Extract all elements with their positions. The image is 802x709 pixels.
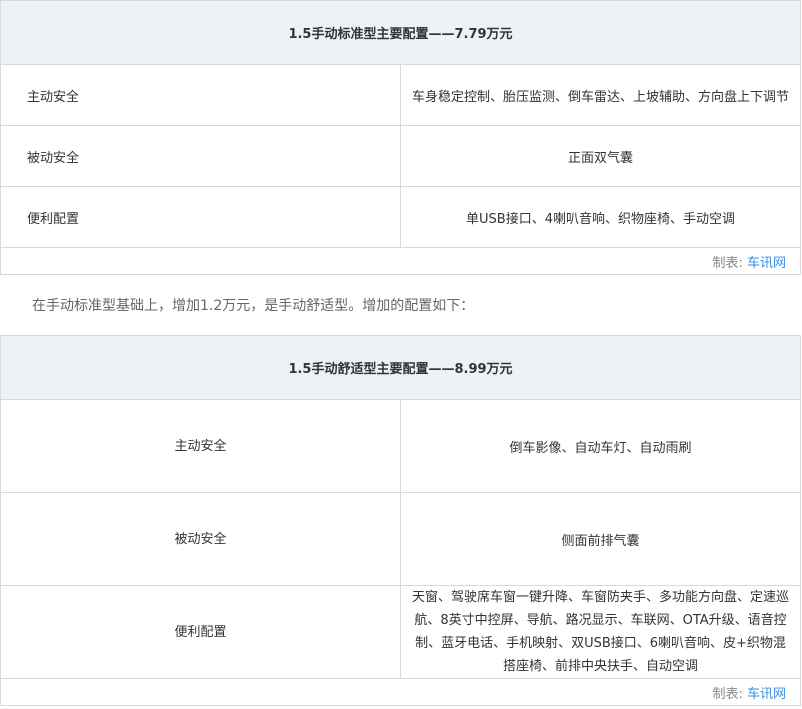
table-title: 1.5手动舒适型主要配置——8.99万元 — [1, 336, 801, 400]
row-label: 主动安全 — [1, 65, 401, 126]
row-label: 便利配置 — [1, 586, 401, 679]
row-label: 便利配置 — [1, 187, 401, 248]
footer-label: 制表: — [712, 687, 747, 702]
row-value: 倒车影像、自动车灯、自动雨刷 — [401, 400, 801, 493]
table-footer: 制表: 车讯网 — [1, 679, 801, 706]
row-value: 天窗、驾驶席车窗一键升降、车窗防夹手、多功能方向盘、定速巡航、8英寸中控屏、导航… — [401, 586, 801, 679]
row-label: 主动安全 — [1, 400, 401, 493]
table-footer: 制表: 车讯网 — [1, 248, 801, 275]
row-label: 被动安全 — [1, 126, 401, 187]
table-row: 被动安全侧面前排气囊 — [1, 493, 801, 586]
source-link[interactable]: 车讯网 — [747, 256, 786, 271]
row-value: 车身稳定控制、胎压监测、倒车雷达、上坡辅助、方向盘上下调节 — [401, 65, 801, 126]
table-row: 被动安全正面双气囊 — [1, 126, 801, 187]
row-value: 单USB接口、4喇叭音响、织物座椅、手动空调 — [401, 187, 801, 248]
table-row: 主动安全倒车影像、自动车灯、自动雨刷 — [1, 400, 801, 493]
row-value: 侧面前排气囊 — [401, 493, 801, 586]
row-label: 被动安全 — [1, 493, 401, 586]
table-row: 主动安全车身稳定控制、胎压监测、倒车雷达、上坡辅助、方向盘上下调节 — [1, 65, 801, 126]
row-value: 正面双气囊 — [401, 126, 801, 187]
table-row: 便利配置单USB接口、4喇叭音响、织物座椅、手动空调 — [1, 187, 801, 248]
intro-paragraph: 在手动标准型基础上，增加1.2万元，是手动舒适型。增加的配置如下： — [32, 295, 474, 315]
standard-config-table: 1.5手动标准型主要配置——7.79万元 主动安全车身稳定控制、胎压监测、倒车雷… — [0, 0, 801, 275]
table-title: 1.5手动标准型主要配置——7.79万元 — [1, 1, 801, 65]
source-link[interactable]: 车讯网 — [747, 687, 786, 702]
footer-label: 制表: — [712, 256, 747, 271]
comfort-config-table: 1.5手动舒适型主要配置——8.99万元 主动安全倒车影像、自动车灯、自动雨刷 … — [0, 335, 801, 706]
table-row: 便利配置天窗、驾驶席车窗一键升降、车窗防夹手、多功能方向盘、定速巡航、8英寸中控… — [1, 586, 801, 679]
